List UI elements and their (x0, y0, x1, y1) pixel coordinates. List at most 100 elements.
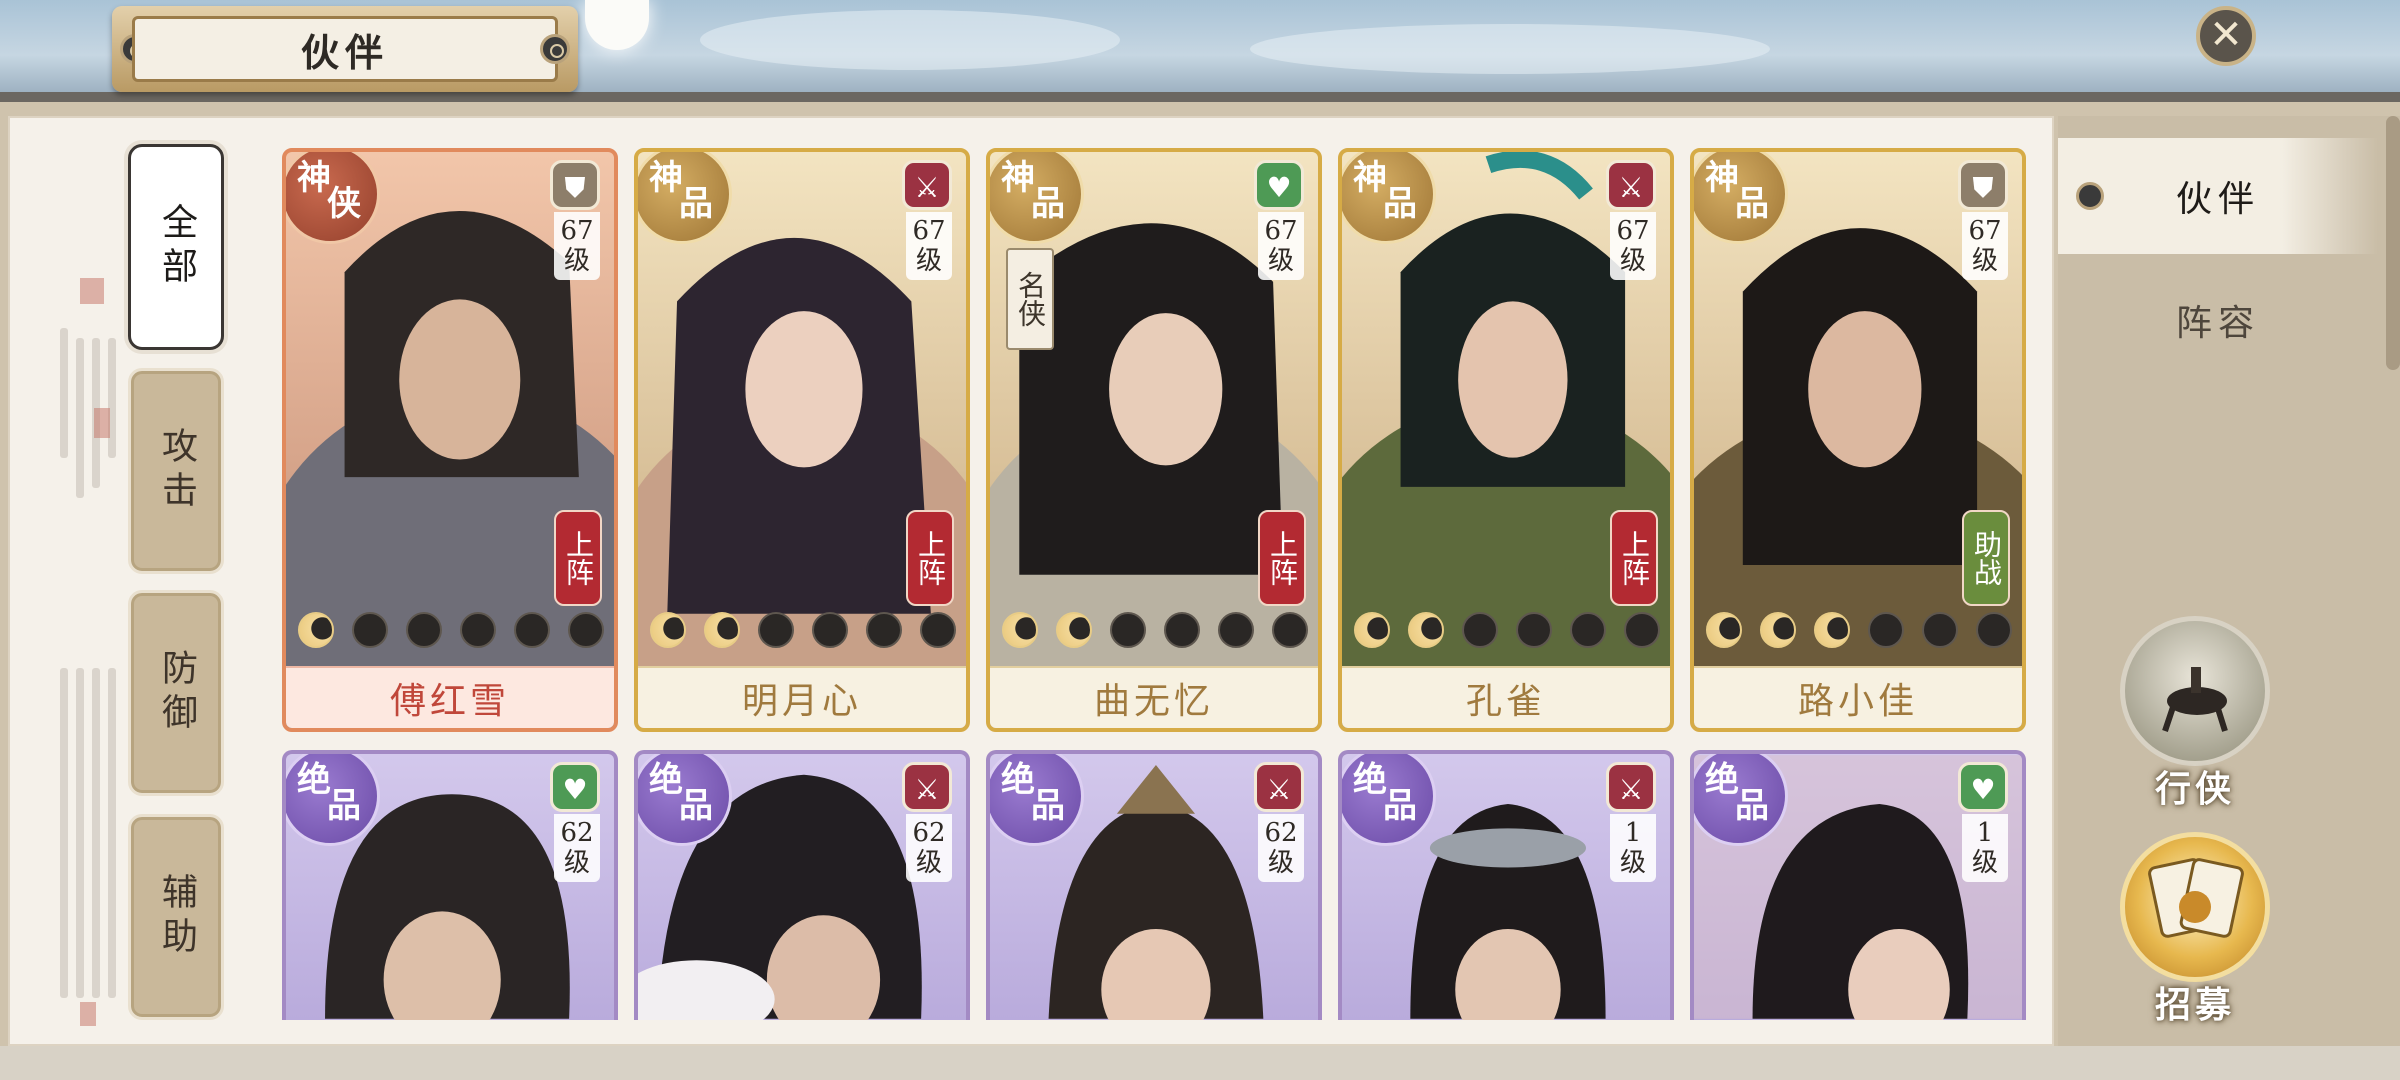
level-label: 67 级 (1610, 212, 1656, 280)
star-icon (1624, 612, 1660, 648)
heart-icon: ♥ (550, 762, 600, 812)
shield-icon: ⛊ (550, 160, 600, 210)
category-tab-all[interactable]: 全部 (128, 144, 224, 350)
star-row (1706, 612, 2012, 648)
cloud-decoration (700, 10, 1120, 70)
horse-rider-icon (2120, 616, 2270, 766)
partner-card[interactable]: 神品 ⚔ 67 级 上阵 孔雀 (1338, 148, 1674, 732)
deployed-tag: 上阵 (554, 510, 602, 606)
partner-card[interactable]: 绝品 ⚔ 1级 (1338, 750, 1674, 1020)
star-icon (1706, 612, 1742, 648)
star-icon (1570, 612, 1606, 648)
partner-name: 路小佳 (1694, 666, 2022, 728)
star-icon (1272, 612, 1308, 648)
level-label: 62 级 (906, 814, 952, 882)
level-label: 1级 (1610, 814, 1656, 882)
seal-stamp (80, 1002, 96, 1026)
deployed-tag: 上阵 (906, 510, 954, 606)
star-icon (1868, 612, 1904, 648)
level-label: 67 级 (1258, 212, 1304, 280)
star-icon (514, 612, 550, 648)
level-label: 62 级 (554, 814, 600, 882)
assist-tag: 助战 (1962, 510, 2010, 606)
star-icon (298, 612, 334, 648)
level-label: 67 级 (1962, 212, 2008, 280)
right-sidebar: 伙伴 阵容 行侠 招募 (2058, 116, 2400, 1046)
bottom-strip (0, 1046, 2400, 1080)
wander-button[interactable]: 行侠 (2120, 616, 2270, 812)
crossed-swords-icon: ⚔ (1606, 762, 1656, 812)
star-icon (812, 612, 848, 648)
tab-partner[interactable]: 伙伴 (2058, 138, 2378, 254)
star-icon (406, 612, 442, 648)
cloud-decoration (1250, 24, 1770, 74)
partner-card[interactable]: 神品 名侠 ♥ 67 级 上阵 曲无忆 (986, 148, 1322, 732)
star-icon (1922, 612, 1958, 648)
crossed-swords-icon: ⚔ (902, 762, 952, 812)
partner-name: 孔雀 (1342, 666, 1670, 728)
recruit-button[interactable]: 招募 (2120, 832, 2270, 1028)
partner-name: 明月心 (638, 666, 966, 728)
crossed-swords-icon: ⚔ (902, 160, 952, 210)
star-icon (1164, 612, 1200, 648)
level-label: 67 级 (554, 212, 600, 280)
star-icon (1218, 612, 1254, 648)
partner-card[interactable]: 神品 ⚔ 67 级 上阵 明月心 (634, 148, 970, 732)
close-button[interactable]: ✕ (2196, 6, 2256, 66)
star-icon (866, 612, 902, 648)
partner-panel: 全部 攻击 防御 辅助 神侠 ⛊ 67 级 上阵 傅红雪 神品 ⚔ 67 级 上阵 … (8, 116, 2054, 1046)
star-icon (1110, 612, 1146, 648)
level-label: 62 级 (1258, 814, 1304, 882)
moon-decoration (585, 0, 649, 50)
partner-name: 傅红雪 (286, 666, 614, 728)
partner-name: 曲无忆 (990, 666, 1318, 728)
star-icon (1462, 612, 1498, 648)
level-label: 67 级 (906, 212, 952, 280)
title-frame: 伙伴 (132, 16, 558, 82)
star-icon (1408, 612, 1444, 648)
star-icon (568, 612, 604, 648)
partner-card[interactable]: 神品 ⛊ 67 级 助战 路小佳 (1690, 148, 2026, 732)
star-icon (1002, 612, 1038, 648)
recruit-cards-icon (2120, 832, 2270, 982)
partner-card[interactable]: 绝品 ⚔ 62 级 (634, 750, 970, 1020)
star-row (1002, 612, 1308, 648)
crossed-swords-icon: ⚔ (1254, 762, 1304, 812)
close-icon: ✕ (2209, 12, 2243, 58)
crossed-swords-icon: ⚔ (1606, 160, 1656, 210)
star-icon (920, 612, 956, 648)
star-icon (352, 612, 388, 648)
page-title: 伙伴 (300, 29, 389, 75)
title-plaque: 伙伴 (112, 6, 578, 92)
partner-card[interactable]: 绝品 ⚔ 62 级 (986, 750, 1322, 1020)
seal-stamp (80, 278, 104, 304)
shield-icon: ⛊ (1958, 160, 2008, 210)
top-bar: 伙伴 ✕ (0, 0, 2400, 102)
partner-card[interactable]: 神侠 ⛊ 67 级 上阵 傅红雪 (282, 148, 618, 732)
star-icon (1760, 612, 1796, 648)
knot-ornament-icon (2076, 182, 2104, 210)
scrollbar-thumb[interactable] (2386, 116, 2400, 370)
deployed-tag: 上阵 (1258, 510, 1306, 606)
tab-lineup[interactable]: 阵容 (2058, 262, 2378, 378)
star-icon (1354, 612, 1390, 648)
star-icon (704, 612, 740, 648)
partner-card[interactable]: 绝品 ♥ 62 级 (282, 750, 618, 1020)
deployed-tag: 上阵 (1610, 510, 1658, 606)
star-icon (650, 612, 686, 648)
category-tab-support[interactable]: 辅助 (128, 814, 224, 1020)
star-row (650, 612, 956, 648)
star-icon (460, 612, 496, 648)
category-tab-defense[interactable]: 防御 (128, 590, 224, 796)
famous-hero-tag: 名侠 (1006, 248, 1054, 350)
star-icon (758, 612, 794, 648)
star-row (1354, 612, 1660, 648)
star-icon (1814, 612, 1850, 648)
seal-stamp (94, 408, 110, 438)
partner-card[interactable]: 绝品 ♥ 1级 (1690, 750, 2026, 1020)
heart-icon: ♥ (1254, 160, 1304, 210)
level-label: 1级 (1962, 814, 2008, 882)
category-tab-attack[interactable]: 攻击 (128, 368, 224, 574)
star-icon (1976, 612, 2012, 648)
star-icon (1516, 612, 1552, 648)
